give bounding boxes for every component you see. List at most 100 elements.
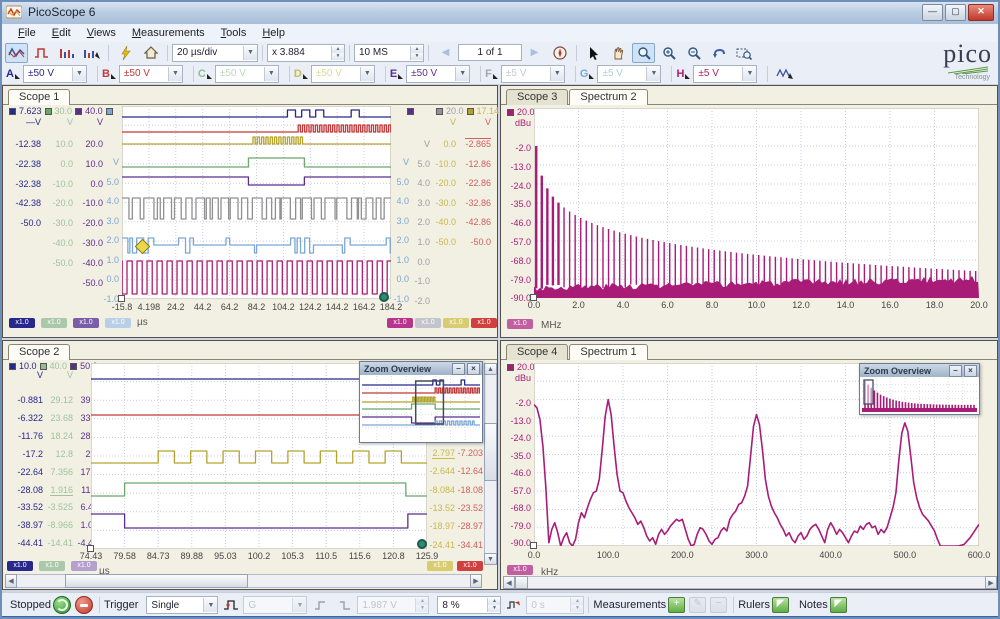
next-buffer-button[interactable]: ▶ <box>523 43 546 63</box>
zoom-factor-spinner[interactable]: x 3.884 ▲▼ <box>267 44 345 62</box>
pretrigger-spinner[interactable]: 8 % ▲▼ <box>437 596 501 614</box>
horizontal-scrollbar-thumb[interactable] <box>65 574 248 588</box>
scale-badge[interactable]: x1.0 <box>507 565 533 575</box>
hand-tool-button[interactable] <box>607 43 630 63</box>
menu-item-tools[interactable]: Tools <box>213 26 255 40</box>
scroll-down-arrow[interactable]: ▼ <box>484 553 497 565</box>
falling-edge-button[interactable] <box>333 595 356 615</box>
buffer-navigator-button[interactable] <box>548 43 571 63</box>
scale-badge[interactable]: x1.0 <box>387 318 413 328</box>
trigger-source-select[interactable]: G ▼ <box>243 596 307 614</box>
scale-badge[interactable]: x1.0 <box>427 561 453 571</box>
samples-spinner[interactable]: 10 MS ▲▼ <box>354 44 424 62</box>
zoom-overview-content[interactable] <box>362 376 480 440</box>
axis-origin-marker[interactable] <box>530 542 537 549</box>
menu-item-views[interactable]: Views <box>79 26 124 40</box>
spectrum2-plot[interactable] <box>534 108 979 298</box>
scale-badge[interactable]: x1.0 <box>471 318 497 328</box>
tab-spectrum-1[interactable]: Spectrum 1 <box>569 344 647 360</box>
horizontal-scrollbar-thumb[interactable] <box>515 576 528 589</box>
channel-range-select-e[interactable]: ±50 V▼ <box>406 65 470 83</box>
scale-badge[interactable]: x1.0 <box>71 561 97 571</box>
delete-measurement-button[interactable]: − <box>710 597 727 613</box>
spectrum-view-button[interactable] <box>55 43 78 63</box>
math-channels-button[interactable] <box>773 64 796 84</box>
scroll-right-arrow[interactable]: ▶ <box>985 576 997 589</box>
edit-measurement-button[interactable]: ✎ <box>689 597 706 613</box>
scroll-left-arrow[interactable]: ◀ <box>503 576 515 589</box>
scale-badge[interactable]: x1.0 <box>105 318 131 328</box>
persistence-view-button[interactable] <box>30 43 53 63</box>
rising-edge-button[interactable] <box>308 595 331 615</box>
trigger-point-marker[interactable] <box>379 292 389 302</box>
tab-scope-3[interactable]: Scope 3 <box>506 89 568 105</box>
scroll-up-arrow[interactable]: ▲ <box>484 363 497 375</box>
tab-scope-2[interactable]: Scope 2 <box>8 344 70 360</box>
zoom-overview-titlebar[interactable]: Zoom Overview–× <box>860 364 979 377</box>
menu-item-file[interactable]: File <box>10 26 44 40</box>
channel-range-select-d[interactable]: ±50 V▼ <box>311 65 375 83</box>
zoom-overview-window[interactable]: Zoom Overview–× <box>859 363 980 415</box>
scale-badge[interactable]: x1.0 <box>457 561 483 571</box>
channel-range-select-b[interactable]: ±50 V▼ <box>119 65 183 83</box>
maximize-button[interactable]: ▢ <box>945 4 966 21</box>
channel-range-select-h[interactable]: ±5 V▼ <box>693 65 757 83</box>
menu-item-measurements[interactable]: Measurements <box>124 26 213 40</box>
overview-close-button[interactable]: × <box>467 363 480 375</box>
close-button[interactable]: ✕ <box>968 4 994 21</box>
add-measurement-button[interactable]: + <box>668 597 685 613</box>
tab-scope-4[interactable]: Scope 4 <box>506 344 568 360</box>
scroll-right-arrow[interactable]: ▶ <box>470 574 482 588</box>
menu-item-edit[interactable]: Edit <box>44 26 79 40</box>
trigger-level-spinner[interactable]: 1.987 V ▲▼ <box>357 596 429 614</box>
zoom-overview-titlebar[interactable]: Zoom Overview–× <box>360 362 482 375</box>
trigger-point-marker[interactable] <box>417 539 427 549</box>
home-button[interactable] <box>139 43 162 63</box>
timebase-select[interactable]: 20 µs/div ▼ <box>172 44 258 62</box>
menu-item-help[interactable]: Help <box>254 26 293 40</box>
channel-range-select-g[interactable]: ±5 V▼ <box>597 65 661 83</box>
undo-zoom-button[interactable] <box>707 43 730 63</box>
title-bar[interactable]: PicoScope 6 — ▢ ✕ <box>0 0 1000 25</box>
channel-range-select-f[interactable]: ±5 V▼ <box>501 65 565 83</box>
zoom-out-tool-button[interactable] <box>682 43 705 63</box>
scroll-left-arrow[interactable]: ◀ <box>5 574 17 588</box>
scope1-plot[interactable] <box>122 106 391 299</box>
spinner-arrows-icon[interactable]: ▲▼ <box>487 598 500 612</box>
scale-badge[interactable]: x1.0 <box>9 318 35 328</box>
add-view-button[interactable] <box>80 43 103 63</box>
channel-range-select-c[interactable]: ±50 V▼ <box>215 65 279 83</box>
scale-badge[interactable]: x1.0 <box>415 318 441 328</box>
zoom-in-tool-button[interactable] <box>657 43 680 63</box>
scale-badge[interactable]: x1.0 <box>73 318 99 328</box>
spinner-arrows-icon[interactable]: ▲▼ <box>410 46 423 60</box>
scale-badge[interactable]: x1.0 <box>41 318 67 328</box>
pointer-tool-button[interactable] <box>582 43 605 63</box>
overview-close-button[interactable]: × <box>964 365 977 377</box>
spinner-arrows-icon[interactable]: ▲▼ <box>331 46 344 60</box>
overview-minimize-button[interactable]: – <box>949 365 962 377</box>
axis-origin-marker[interactable] <box>530 294 537 301</box>
scale-badge[interactable]: x1.0 <box>507 319 533 329</box>
overview-minimize-button[interactable]: – <box>452 363 465 375</box>
tab-scope-1[interactable]: Scope 1 <box>8 89 70 105</box>
scale-badge[interactable]: x1.0 <box>443 318 469 328</box>
scope-view-button[interactable] <box>5 43 28 63</box>
holdoff-spinner[interactable]: 0 s ▲▼ <box>526 596 584 614</box>
marquee-zoom-button[interactable] <box>732 43 755 63</box>
minimize-button[interactable]: — <box>922 4 943 21</box>
tab-spectrum-2[interactable]: Spectrum 2 <box>569 89 647 105</box>
edge-trigger-button[interactable] <box>219 595 242 615</box>
zoom-overview-content[interactable] <box>862 378 977 412</box>
zoom-tool-button[interactable] <box>632 43 655 63</box>
channel-range-select-a[interactable]: ±50 V▼ <box>23 65 87 83</box>
prev-buffer-button[interactable]: ◀ <box>434 43 457 63</box>
auto-setup-button[interactable] <box>114 43 137 63</box>
scale-badge[interactable]: x1.0 <box>39 561 65 571</box>
horizontal-scrollbar-track[interactable] <box>503 576 997 589</box>
notes-button[interactable]: ◤ <box>830 597 847 613</box>
trigger-mode-select[interactable]: Single ▼ <box>146 596 218 614</box>
rulers-button[interactable]: ◤ <box>772 597 789 613</box>
zoom-overview-window[interactable]: Zoom Overview–× <box>359 361 483 443</box>
scale-badge[interactable]: x1.0 <box>7 561 33 571</box>
